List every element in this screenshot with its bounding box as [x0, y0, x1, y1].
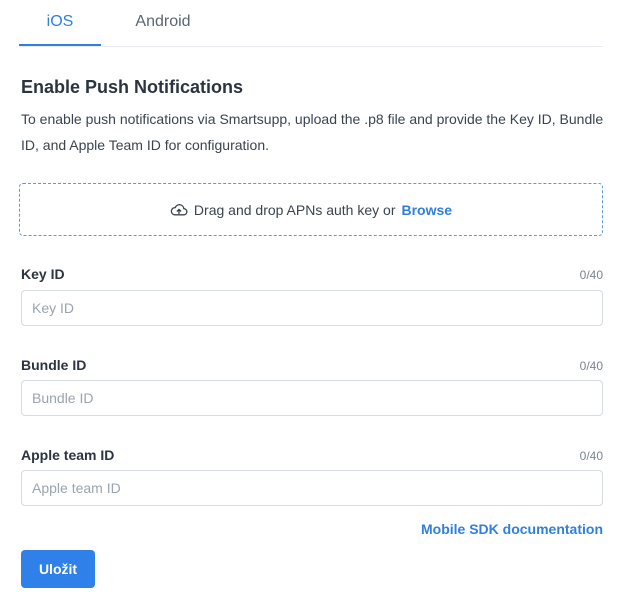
platform-tabs: iOS Android — [19, 0, 603, 47]
key-id-counter: 0/40 — [579, 268, 603, 282]
cloud-upload-icon — [170, 203, 188, 215]
apple-team-id-input[interactable] — [21, 470, 603, 506]
section-title: Enable Push Notifications — [21, 77, 244, 97]
tab-android[interactable]: Android — [123, 0, 203, 46]
apns-key-dropzone[interactable]: Drag and drop APNs auth key or Browse — [19, 183, 603, 236]
save-button[interactable]: Uložit — [21, 550, 95, 588]
browse-link[interactable]: Browse — [401, 202, 452, 218]
apple-team-id-label: Apple team ID — [21, 447, 115, 463]
bundle-id-counter: 0/40 — [579, 359, 603, 373]
mobile-sdk-documentation-link[interactable]: Mobile SDK documentation — [421, 521, 603, 537]
tab-ios[interactable]: iOS — [19, 0, 101, 46]
key-id-label: Key ID — [21, 266, 65, 282]
section-description: To enable push notifications via Smartsu… — [21, 111, 604, 153]
bundle-id-input[interactable] — [21, 380, 603, 416]
dropzone-text: Drag and drop APNs auth key or — [193, 201, 396, 218]
bundle-id-label: Bundle ID — [21, 357, 87, 373]
apple-team-id-counter: 0/40 — [579, 449, 603, 463]
key-id-input[interactable] — [21, 290, 603, 326]
